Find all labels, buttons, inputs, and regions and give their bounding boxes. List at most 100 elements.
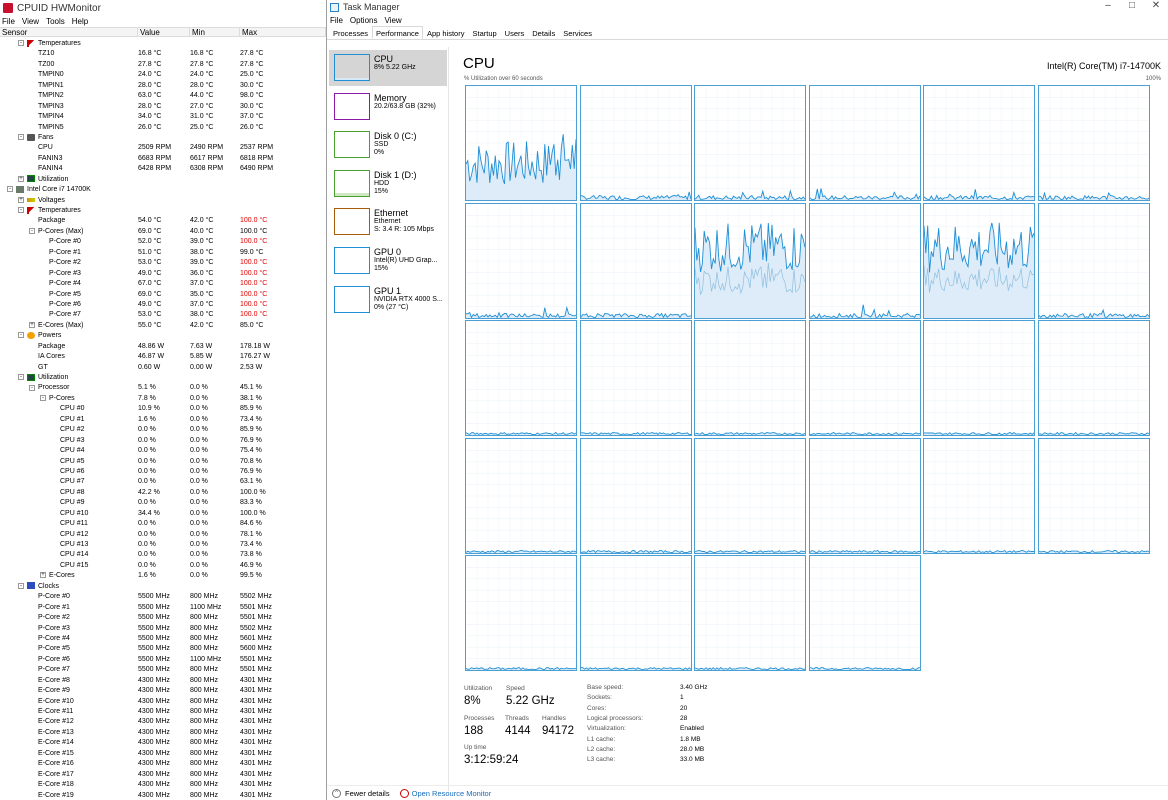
logical-processor-graph[interactable] — [579, 85, 692, 201]
sidebar-item-gpu-0[interactable]: GPU 0 Intel(R) UHD Grap... 15% — [329, 243, 447, 279]
logical-processor-graph[interactable] — [808, 202, 921, 319]
logical-processor-graph[interactable] — [694, 437, 807, 554]
collapse-icon[interactable]: - — [18, 332, 24, 339]
sensor-row[interactable]: E-Core #15 4300 MHz 800 MHz 4301 MHz — [0, 749, 326, 759]
sensor-row[interactable]: CPU #1 1.6 % 0.0 % 73.4 % — [0, 415, 326, 425]
collapse-icon[interactable]: - — [18, 582, 24, 589]
sensor-row[interactable]: TZ00 27.8 °C 27.8 °C 27.8 °C — [0, 60, 326, 70]
tab-performance[interactable]: Performance — [372, 26, 423, 39]
logical-processor-graph[interactable] — [465, 555, 577, 672]
sensor-row[interactable]: - Clocks — [0, 582, 326, 592]
sensor-row[interactable]: E-Core #9 4300 MHz 800 MHz 4301 MHz — [0, 686, 326, 696]
sensor-row[interactable]: CPU 2509 RPM 2490 RPM 2537 RPM — [0, 143, 326, 153]
chevron-up-icon[interactable]: ^ — [332, 788, 341, 798]
sensor-row[interactable]: TMPIN3 28.0 °C 27.0 °C 30.0 °C — [0, 102, 326, 112]
expand-icon[interactable]: + — [18, 196, 24, 203]
sensor-row[interactable]: CPU #5 0.0 % 0.0 % 70.8 % — [0, 457, 326, 467]
sensor-row[interactable]: E-Core #8 4300 MHz 800 MHz 4301 MHz — [0, 676, 326, 686]
collapse-icon[interactable]: - — [40, 395, 46, 402]
sensor-row[interactable]: TMPIN2 63.0 °C 44.0 °C 98.0 °C — [0, 91, 326, 101]
sensor-row[interactable]: P-Core #0 52.0 °C 39.0 °C 100.0 °C — [0, 237, 326, 247]
hw-menu-tools[interactable]: Tools — [46, 17, 65, 26]
sensor-row[interactable]: P-Core #7 5500 MHz 800 MHz 5501 MHz — [0, 665, 326, 675]
sensor-row[interactable]: E-Core #16 4300 MHz 800 MHz 4301 MHz — [0, 759, 326, 769]
sensor-row[interactable]: P-Core #6 5500 MHz 1100 MHz 5501 MHz — [0, 655, 326, 665]
sensor-row[interactable]: P-Core #3 49.0 °C 36.0 °C 100.0 °C — [0, 269, 326, 279]
sensor-row[interactable]: P-Core #6 49.0 °C 37.0 °C 100.0 °C — [0, 300, 326, 310]
sensor-row[interactable]: P-Core #0 5500 MHz 800 MHz 5502 MHz — [0, 592, 326, 602]
header-value[interactable]: Value — [138, 28, 190, 37]
sensor-row[interactable]: P-Core #2 53.0 °C 39.0 °C 100.0 °C — [0, 258, 326, 268]
sensor-row[interactable]: P-Core #5 69.0 °C 35.0 °C 100.0 °C — [0, 290, 326, 300]
sensor-row[interactable]: + E-Cores 1.6 % 0.0 % 99.5 % — [0, 571, 326, 581]
sensor-row[interactable]: E-Core #13 4300 MHz 800 MHz 4301 MHz — [0, 728, 326, 738]
sensor-row[interactable]: P-Core #3 5500 MHz 800 MHz 5502 MHz — [0, 624, 326, 634]
tab-services[interactable]: Services — [559, 26, 596, 39]
sensor-row[interactable]: TMPIN5 26.0 °C 25.0 °C 26.0 °C — [0, 123, 326, 133]
sensor-row[interactable]: - Temperatures — [0, 206, 326, 216]
hw-menu-help[interactable]: Help — [72, 17, 88, 26]
collapse-icon[interactable]: - — [29, 228, 35, 235]
tab-startup[interactable]: Startup — [468, 26, 500, 39]
sensor-row[interactable]: Package 48.86 W 7.63 W 178.18 W — [0, 342, 326, 352]
sensor-row[interactable]: - Processor 5.1 % 0.0 % 45.1 % — [0, 383, 326, 393]
expand-icon[interactable]: + — [18, 175, 24, 182]
resource-monitor-icon[interactable] — [399, 788, 409, 798]
sensor-row[interactable]: - Intel Core i7 14700K — [0, 185, 326, 195]
sensor-row[interactable]: E-Core #17 4300 MHz 800 MHz 4301 MHz — [0, 770, 326, 780]
sensor-row[interactable]: CPU #11 0.0 % 0.0 % 84.6 % — [0, 519, 326, 529]
sensor-row[interactable]: CPU #13 0.0 % 0.0 % 73.4 % — [0, 540, 326, 550]
sensor-row[interactable]: FANIN3 6683 RPM 6617 RPM 6818 RPM — [0, 154, 326, 164]
collapse-icon[interactable]: - — [18, 40, 24, 47]
logical-processor-graph[interactable] — [1038, 437, 1150, 554]
tm-menu-file[interactable]: File — [330, 16, 343, 25]
sensor-row[interactable]: Package 54.0 °C 42.0 °C 100.0 °C — [0, 216, 326, 226]
sensor-row[interactable]: CPU #15 0.0 % 0.0 % 46.9 % — [0, 561, 326, 571]
sensor-row[interactable]: TMPIN0 24.0 °C 24.0 °C 25.0 °C — [0, 70, 326, 80]
logical-processor-graph[interactable] — [579, 202, 692, 319]
sensor-row[interactable]: - Utilization — [0, 373, 326, 383]
logical-processor-graph[interactable] — [923, 437, 1036, 554]
sidebar-item-gpu-1[interactable]: GPU 1 NVIDIA RTX 4000 S... 0% (27 °C) — [329, 282, 447, 318]
logical-processor-graph[interactable] — [579, 437, 692, 554]
logical-processor-graph[interactable] — [808, 555, 921, 672]
collapse-icon[interactable]: - — [7, 186, 13, 193]
sensor-row[interactable]: E-Core #11 4300 MHz 800 MHz 4301 MHz — [0, 707, 326, 717]
logical-processor-graph[interactable] — [923, 320, 1036, 437]
logical-processor-graph[interactable] — [694, 202, 807, 319]
sensor-row[interactable]: - Temperatures — [0, 39, 326, 49]
sensor-row[interactable]: CPU #2 0.0 % 0.0 % 85.9 % — [0, 425, 326, 435]
sensor-row[interactable]: P-Core #1 5500 MHz 1100 MHz 5501 MHz — [0, 603, 326, 613]
sensor-row[interactable]: P-Core #7 53.0 °C 38.0 °C 100.0 °C — [0, 310, 326, 320]
tm-menu-view[interactable]: View — [384, 16, 401, 25]
sensor-row[interactable]: TZ10 16.8 °C 16.8 °C 27.8 °C — [0, 49, 326, 59]
logical-processor-graph[interactable] — [465, 202, 577, 319]
collapse-icon[interactable]: - — [18, 207, 24, 214]
sensor-row[interactable]: - Powers — [0, 331, 326, 341]
sensor-row[interactable]: FANIN4 6428 RPM 6308 RPM 6490 RPM — [0, 164, 326, 174]
sensor-row[interactable]: CPU #7 0.0 % 0.0 % 63.1 % — [0, 477, 326, 487]
logical-processor-graph[interactable] — [923, 85, 1036, 201]
logical-processor-graph[interactable] — [579, 320, 692, 437]
tab-app-history[interactable]: App history — [423, 26, 469, 39]
sensor-row[interactable]: P-Core #4 5500 MHz 800 MHz 5601 MHz — [0, 634, 326, 644]
sidebar-item-disk-0-c[interactable]: Disk 0 (C:) SSD 0% — [329, 127, 447, 163]
logical-processor-graph[interactable] — [694, 555, 807, 672]
tm-menu-options[interactable]: Options — [350, 16, 378, 25]
sensor-row[interactable]: CPU #9 0.0 % 0.0 % 83.3 % — [0, 498, 326, 508]
sensor-row[interactable]: CPU #6 0.0 % 0.0 % 76.9 % — [0, 467, 326, 477]
tab-processes[interactable]: Processes — [329, 26, 372, 39]
sidebar-item-disk-1-d[interactable]: Disk 1 (D:) HDD 15% — [329, 166, 447, 202]
sensor-row[interactable]: TMPIN4 34.0 °C 31.0 °C 37.0 °C — [0, 112, 326, 122]
logical-processor-graph[interactable] — [808, 437, 921, 554]
sensor-row[interactable]: - Fans — [0, 133, 326, 143]
open-resource-monitor-link[interactable]: Open Resource Monitor — [412, 789, 492, 798]
tab-users[interactable]: Users — [501, 26, 529, 39]
sensor-row[interactable]: CPU #8 42.2 % 0.0 % 100.0 % — [0, 488, 326, 498]
sensor-row[interactable]: E-Core #14 4300 MHz 800 MHz 4301 MHz — [0, 738, 326, 748]
logical-processor-graph[interactable] — [465, 85, 577, 201]
sidebar-item-memory[interactable]: Memory 20.2/63.8 GB (32%) — [329, 89, 447, 125]
fewer-details-link[interactable]: Fewer details — [345, 789, 390, 798]
tab-details[interactable]: Details — [528, 26, 559, 39]
logical-processor-graph[interactable] — [1038, 320, 1150, 437]
